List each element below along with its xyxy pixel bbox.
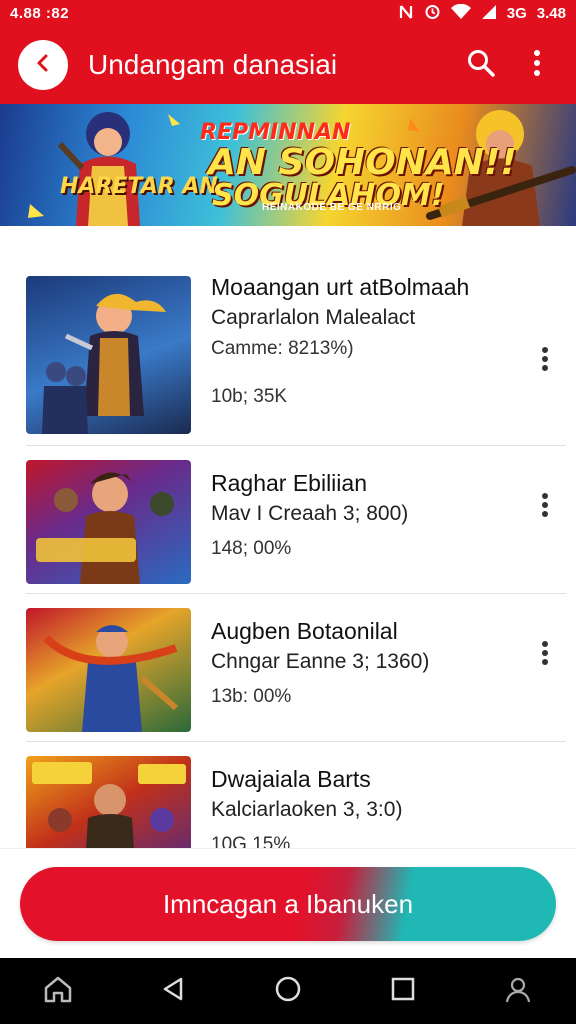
game-thumbnail [26,756,191,848]
nav-home-button[interactable] [33,966,83,1016]
list-item[interactable]: Dwajaiala Barts Kalciarlaoken 3, 3:0) 10… [0,742,576,848]
item-subtitle: Chngar Eanne 3; 1360) [211,650,430,673]
game-thumbnail [26,608,191,732]
back-icon [162,977,184,1006]
list-item[interactable]: Augben Botaonilal Chngar Eanne 3; 1360) … [0,594,576,742]
network-type: 3G [506,4,527,22]
status-indicators: 3G 3.48 [398,3,566,23]
more-options-button[interactable] [516,44,558,86]
nav-back-button[interactable] [148,966,198,1016]
more-vertical-icon [541,640,549,671]
list-item[interactable]: Moaangan urt atBolmaah Caprarlalon Malea… [0,226,576,446]
game-thumbnail [26,460,191,584]
chevron-left-icon [33,53,53,78]
home-circle-icon [275,976,301,1007]
item-subtitle: Caprarlalon Malealact [211,306,416,329]
system-nav-bar [0,958,576,1024]
nav-recents-button[interactable] [378,966,428,1016]
status-bar: 4.88 :82 3G 3.48 [0,0,576,26]
recents-icon [391,977,415,1006]
app-bar: Undangam danasiai [0,26,576,104]
nav-profile-button[interactable] [493,966,543,1016]
item-stats: 148; 00% [211,538,292,559]
banner-side-text: HARETAR AN [60,174,218,199]
item-title: Raghar Ebiliian [211,470,367,496]
banner-headline-2: AN SOHONAN!! [208,142,517,183]
item-more-button[interactable] [530,638,560,672]
promo-banner[interactable]: HARETAR AN REPMINNAN AN SOHONAN!! SOGULA… [0,104,576,226]
game-list: Moaangan urt atBolmaah Caprarlalon Malea… [0,226,576,848]
item-meta: Camme: 8213%) [211,338,354,359]
page-title: Undangam danasiai [88,49,338,80]
cta-container: Imncagan a Ibanuken [0,848,576,958]
signal-icon [481,4,497,23]
status-time: 4.88 :82 [10,4,70,22]
nav-center-button[interactable] [263,966,313,1016]
search-button[interactable] [460,44,502,86]
banner-subline: HEINAKODE BE GE NRRIG [262,202,402,213]
primary-action-button[interactable]: Imncagan a Ibanuken [20,867,556,941]
item-more-button[interactable] [530,490,560,524]
item-title: Augben Botaonilal [211,618,398,644]
item-title: Moaangan urt atBolmaah [211,274,470,300]
more-vertical-icon [532,49,542,82]
battery-level: 3.48 [536,4,566,22]
home-icon [43,975,73,1008]
item-subtitle: Mav I Creaah 3; 800) [211,502,409,525]
wifi-icon [450,3,471,23]
nfc-icon [398,4,414,23]
item-subtitle: Kalciarlaoken 3, 3:0) [211,798,403,821]
more-vertical-icon [541,346,549,377]
item-title: Dwajaiala Barts [211,766,371,792]
alarm-icon [424,3,441,23]
profile-icon [504,975,532,1008]
search-icon [466,48,496,83]
game-thumbnail [26,276,191,434]
back-button[interactable] [18,40,68,90]
item-stats: 13b: 00% [211,686,292,707]
list-item[interactable]: Raghar Ebiliian Mav I Creaah 3; 800) 148… [0,446,576,594]
item-stats: 10b; 35K [211,386,288,407]
more-vertical-icon [541,492,549,523]
item-more-button[interactable] [530,344,560,378]
item-stats: 10G 15% [211,834,291,848]
